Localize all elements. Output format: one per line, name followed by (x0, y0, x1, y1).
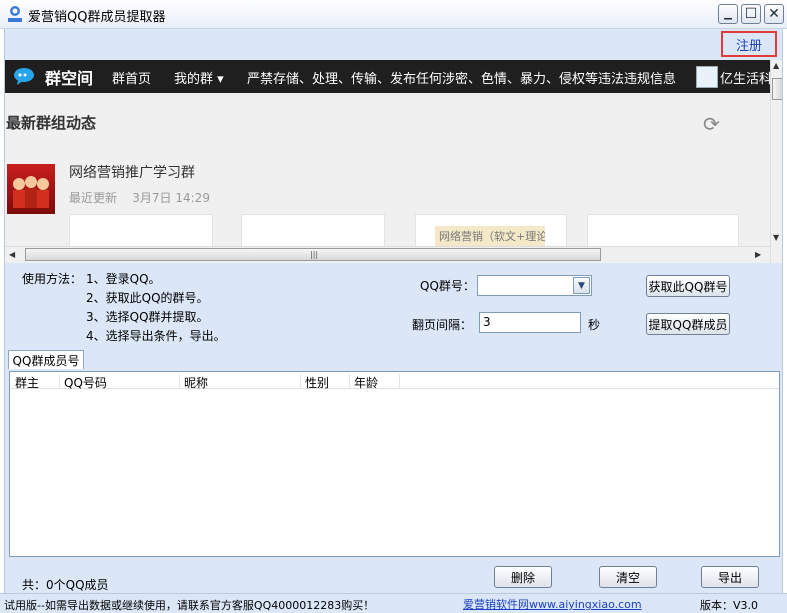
nav-my-groups[interactable]: 我的群 ▾ (174, 68, 224, 87)
minimize-icon: ▁ (724, 8, 732, 20)
qzone-logo-text: 群空间 (45, 69, 94, 88)
column-header-owner[interactable]: 群主 (11, 374, 60, 390)
refresh-icon[interactable]: ⟳ (703, 114, 723, 134)
tab-members[interactable]: QQ群成员号 (8, 350, 84, 369)
delete-button[interactable]: 删除 (494, 566, 552, 588)
group-avatar[interactable] (7, 164, 55, 214)
interval-input[interactable]: 3 (479, 312, 581, 333)
app-icon (8, 6, 22, 22)
column-header-gender[interactable]: 性别 (301, 374, 350, 390)
close-icon: ✕ (768, 6, 780, 22)
group-number-select[interactable]: ▼ (477, 275, 592, 296)
scroll-up-icon[interactable]: ▲ (773, 61, 779, 70)
column-header-nickname[interactable]: 昵称 (180, 374, 301, 390)
nav-group-home[interactable]: 群首页 (112, 68, 151, 87)
software-site-label: 爱营销软件网 (463, 598, 529, 611)
trial-notice: 试用版--如需导出数据或继续使用，请联系官方客服QQ4000012283购买！ (4, 599, 375, 612)
members-table[interactable] (9, 371, 780, 557)
section-title: 最新群组动态 (6, 114, 97, 132)
instructions-heading: 使用方法： (22, 272, 83, 286)
grip-icon: ||| (310, 250, 319, 259)
interval-value: 3 (483, 315, 491, 329)
vertical-scroll-thumb[interactable] (772, 78, 782, 100)
export-button[interactable]: 导出 (701, 566, 759, 588)
window-title: 爱营销QQ群成员提取器 (28, 10, 166, 25)
interval-unit: 秒 (588, 318, 601, 332)
chevron-down-icon[interactable]: ▼ (573, 277, 590, 294)
column-header-qq[interactable]: QQ号码 (60, 374, 180, 390)
close-button[interactable]: ✕ (764, 4, 784, 24)
instruction-step: 1、登录QQ。 (86, 272, 161, 286)
nav-notice: 严禁存储、处理、传输、发布任何涉密、色情、暴力、侵权等违法违规信息 (247, 72, 677, 87)
group-meta-label: 最近更新 (69, 191, 118, 205)
software-site-link[interactable]: 爱营销软件网www.aiyingxiao.com (463, 596, 642, 612)
scroll-right-icon[interactable]: ▶ (755, 250, 761, 259)
maximize-button[interactable]: ☐ (741, 4, 761, 24)
software-site-url: www.aiyingxiao.com (529, 598, 642, 611)
instruction-step: 4、选择导出条件，导出。 (86, 329, 226, 343)
partner-logo-icon (696, 66, 718, 88)
register-link[interactable]: 注册 (721, 31, 777, 57)
group-name-link[interactable]: 网络营销推广学习群 (69, 162, 195, 182)
chat-bubble-icon (14, 68, 34, 85)
horizontal-scroll-thumb[interactable]: ||| (25, 248, 601, 261)
scroll-left-icon[interactable]: ◀ (9, 250, 15, 259)
column-header-age[interactable]: 年龄 (350, 374, 400, 390)
get-group-number-button[interactable]: 获取此QQ群号 (646, 275, 730, 297)
member-count: 共：0个QQ成员 (22, 578, 109, 592)
minimize-button[interactable]: ▁ (718, 4, 738, 24)
clear-button[interactable]: 清空 (599, 566, 657, 588)
register-strip (4, 29, 783, 60)
version-label: 版本：V3.0 (700, 599, 759, 612)
extract-members-button[interactable]: 提取QQ群成员 (646, 313, 730, 335)
embedded-web-view: 群空间 群首页 我的群 ▾ 严禁存储、处理、传输、发布任何涉密、色情、暴力、侵权… (4, 60, 783, 263)
maximize-icon: ☐ (744, 6, 758, 22)
group-number-label: QQ群号： (420, 279, 475, 293)
instruction-step: 3、选择QQ群并提取。 (86, 310, 209, 324)
scroll-down-icon[interactable]: ▼ (773, 233, 779, 242)
interval-label: 翻页间隔： (412, 318, 473, 332)
partner-link[interactable]: 亿生活科 (720, 68, 772, 87)
group-meta-time: 3月7日 14:29 (132, 191, 210, 205)
group-meta: 最近更新 3月7日 14:29 (69, 189, 210, 206)
instruction-step: 2、获取此QQ的群号。 (86, 291, 209, 305)
